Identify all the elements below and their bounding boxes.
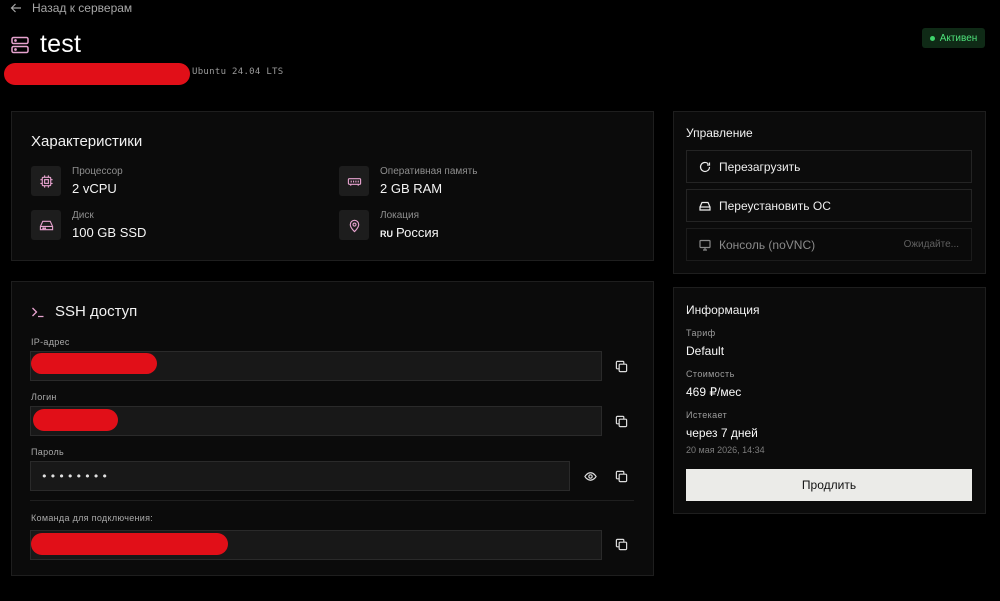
redacted-ip	[31, 353, 157, 374]
country-code: RU	[380, 229, 393, 239]
monitor-icon	[699, 239, 711, 251]
memory-icon	[347, 177, 361, 186]
spec-value: 2 GB RAM	[380, 181, 443, 196]
show-password-button[interactable]	[582, 468, 598, 484]
location-name: Россия	[396, 225, 439, 240]
redacted-hostname	[4, 63, 190, 85]
copy-icon	[615, 360, 627, 372]
spec-label: Диск	[72, 210, 94, 221]
server-icon	[11, 36, 29, 53]
status-badge: Активен	[922, 28, 985, 48]
spec-cpu: Процессор 2 vCPU	[31, 166, 123, 196]
status-dot-icon	[929, 35, 935, 41]
ip-label: IP-адрес	[31, 337, 70, 347]
refresh-icon	[699, 161, 711, 172]
spec-disk: Диск 100 GB SSD	[31, 210, 146, 240]
reboot-button[interactable]: Перезагрузить	[686, 150, 972, 183]
console-button[interactable]: Консоль (noVNC) Ожидайте...	[686, 228, 972, 261]
copy-icon	[615, 415, 627, 427]
spec-label: Процессор	[72, 166, 123, 177]
ssh-title: SSH доступ	[55, 303, 138, 320]
password-label: Пароль	[31, 447, 65, 457]
ssh-title-row: SSH доступ	[31, 303, 137, 320]
copy-command-button[interactable]	[613, 536, 629, 552]
password-field[interactable]: ••••••••	[30, 461, 570, 491]
copy-icon	[615, 470, 627, 482]
reinstall-os-button[interactable]: Переустановить ОС	[686, 189, 972, 222]
os-version: Ubuntu 24.04 LTS	[192, 67, 284, 77]
spec-location: Локация RU Россия	[339, 210, 439, 240]
expires-date: 20 мая 2026, 14:34	[686, 445, 765, 455]
eye-icon	[583, 471, 597, 481]
specs-title: Характеристики	[31, 133, 143, 150]
login-label: Логин	[31, 392, 57, 402]
tariff-label: Тариф	[686, 328, 716, 338]
console-label: Консоль (noVNC)	[719, 237, 816, 252]
command-label: Команда для подключения:	[31, 513, 154, 523]
expires-label: Истекает	[686, 410, 728, 420]
console-status: Ожидайте...	[903, 239, 959, 250]
manage-title: Управление	[686, 126, 753, 140]
cpu-icon	[39, 174, 53, 188]
page-title: test	[40, 30, 82, 58]
price-value: 469 ₽/мес	[686, 385, 742, 399]
terminal-icon	[32, 307, 44, 317]
copy-ip-button[interactable]	[613, 358, 629, 374]
renew-button[interactable]: Продлить	[686, 469, 972, 501]
back-link-label: Назад к серверам	[32, 1, 133, 15]
reboot-label: Перезагрузить	[719, 159, 801, 174]
redacted-login	[33, 409, 118, 431]
map-pin-icon	[349, 219, 359, 232]
arrow-left-icon	[10, 3, 21, 13]
copy-password-button[interactable]	[613, 468, 629, 484]
status-text: Активен	[939, 32, 978, 44]
spec-label: Оперативная память	[380, 166, 478, 177]
spec-value: 2 vCPU	[72, 181, 117, 196]
tariff-value: Default	[686, 344, 725, 358]
back-link[interactable]: Назад к серверам	[10, 1, 132, 15]
copy-icon	[615, 538, 627, 550]
copy-login-button[interactable]	[613, 413, 629, 429]
spec-value: 100 GB SSD	[72, 225, 147, 240]
reinstall-label: Переустановить ОС	[719, 198, 831, 213]
spec-value: RU Россия	[380, 225, 439, 240]
hard-drive-icon	[699, 201, 711, 211]
divider	[30, 500, 634, 501]
price-label: Стоимость	[686, 369, 735, 379]
expires-value: через 7 дней	[686, 426, 758, 440]
spec-label: Локация	[380, 210, 420, 221]
redacted-command	[31, 533, 228, 555]
info-title: Информация	[686, 303, 760, 317]
hard-drive-icon	[39, 220, 53, 230]
spec-ram: Оперативная память 2 GB RAM	[339, 166, 477, 196]
page-title-row: test	[10, 30, 81, 59]
